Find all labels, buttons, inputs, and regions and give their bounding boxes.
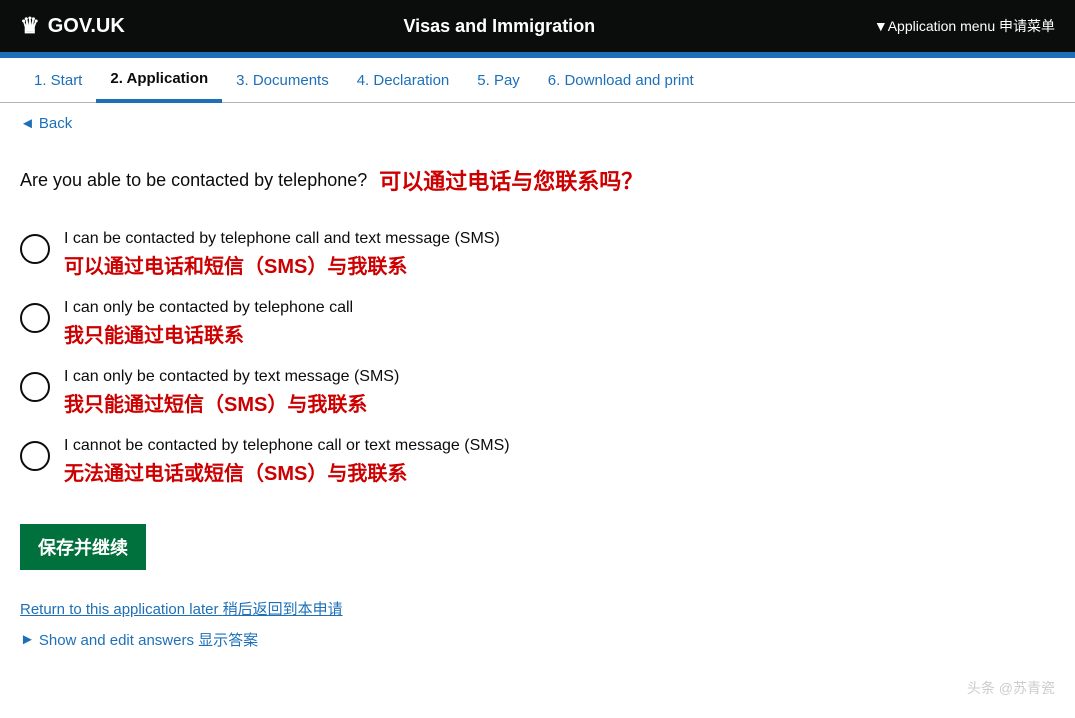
question-zh: 可以通过电话与您联系吗？: [379, 164, 643, 196]
back-link[interactable]: ◄ Back: [20, 115, 72, 132]
radio-option-3[interactable]: [20, 372, 50, 402]
radio-option-3-en: I can only be contacted by text message …: [64, 368, 399, 386]
show-answers-zh: 显示答案: [198, 632, 258, 649]
radio-group: I can be contacted by telephone call and…: [20, 220, 880, 496]
bottom-links: Return to this application later 稍后返回到本申…: [20, 598, 880, 680]
radio-label-4[interactable]: I cannot be contacted by telephone call …: [64, 437, 510, 486]
back-link-text: Back: [39, 115, 72, 132]
main-content: Are you able to be contacted by telephon…: [0, 144, 900, 700]
question-en: Are you able to be contacted by telephon…: [20, 170, 367, 191]
tab-declaration[interactable]: 4. Declaration: [343, 60, 464, 101]
show-answers-en: Show and edit answers: [39, 632, 194, 649]
back-navigation: ◄ Back: [0, 103, 1075, 144]
return-link-row: Return to this application later 稍后返回到本申…: [20, 598, 880, 619]
radio-option-2[interactable]: [20, 303, 50, 333]
gov-uk-text: GOV.UK: [48, 15, 125, 38]
tab-download[interactable]: 6. Download and print: [534, 60, 708, 101]
radio-item-1: I can be contacted by telephone call and…: [20, 220, 880, 289]
back-arrow-icon: ◄: [20, 115, 35, 132]
show-answers-link[interactable]: Show and edit answers 显示答案: [39, 629, 258, 650]
radio-item-2: I can only be contacted by telephone cal…: [20, 289, 880, 358]
crown-icon: ♛: [20, 13, 40, 39]
tab-documents[interactable]: 3. Documents: [222, 60, 343, 101]
return-link-zh: 稍后返回到本申请: [223, 601, 343, 618]
site-header: ♛ GOV.UK Visas and Immigration ▼Applicat…: [0, 0, 1075, 52]
radio-label-3[interactable]: I can only be contacted by text message …: [64, 368, 399, 417]
radio-option-1[interactable]: [20, 234, 50, 264]
return-link-en: Return to this application later: [20, 601, 218, 618]
radio-label-1[interactable]: I can be contacted by telephone call and…: [64, 230, 500, 279]
step-navigation: 1. Start 2. Application 3. Documents 4. …: [0, 58, 1075, 103]
radio-option-1-en: I can be contacted by telephone call and…: [64, 230, 500, 248]
radio-item-4: I cannot be contacted by telephone call …: [20, 427, 880, 496]
return-link[interactable]: Return to this application later 稍后返回到本申…: [20, 601, 343, 618]
show-answers-arrow-icon: ►: [20, 631, 35, 648]
radio-option-3-zh: 我只能通过短信（SMS）与我联系: [64, 388, 399, 417]
radio-option-2-zh: 我只能通过电话联系: [64, 319, 353, 348]
radio-item-3: I can only be contacted by text message …: [20, 358, 880, 427]
radio-option-2-en: I can only be contacted by telephone cal…: [64, 299, 353, 317]
radio-option-4[interactable]: [20, 441, 50, 471]
site-title: Visas and Immigration: [403, 16, 595, 37]
radio-label-2[interactable]: I can only be contacted by telephone cal…: [64, 299, 353, 348]
question-row: Are you able to be contacted by telephon…: [20, 164, 880, 196]
gov-uk-logo: ♛ GOV.UK: [20, 13, 125, 39]
radio-option-4-en: I cannot be contacted by telephone call …: [64, 437, 510, 455]
tab-pay[interactable]: 5. Pay: [463, 60, 534, 101]
save-continue-button[interactable]: 保存并继续: [20, 524, 146, 570]
tab-application[interactable]: 2. Application: [96, 58, 222, 103]
radio-option-4-zh: 无法通过电话或短信（SMS）与我联系: [64, 457, 510, 486]
radio-option-1-zh: 可以通过电话和短信（SMS）与我联系: [64, 250, 500, 279]
application-menu-button[interactable]: ▼Application menu 申请菜单: [874, 16, 1055, 36]
show-answers-row: ► Show and edit answers 显示答案: [20, 629, 880, 650]
watermark: 头条 @苏青瓷: [967, 678, 1055, 698]
tab-start[interactable]: 1. Start: [20, 60, 96, 101]
